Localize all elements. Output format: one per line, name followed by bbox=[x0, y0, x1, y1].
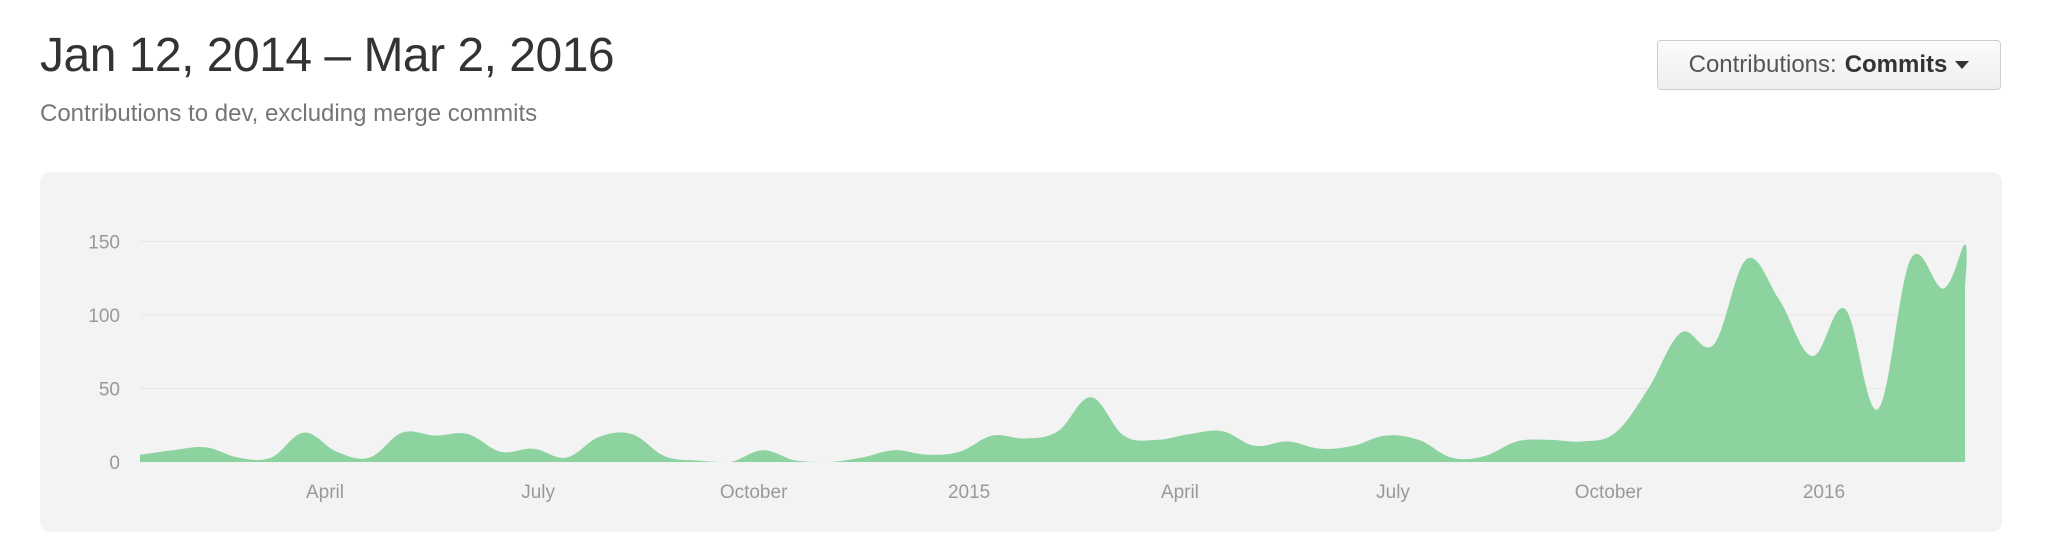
x-tick-label: October bbox=[720, 482, 788, 503]
chart-subtitle: Contributions to dev, excluding merge co… bbox=[40, 100, 538, 127]
chart-panel: 0 50 100 150 April July October 2015 April July O… bbox=[40, 172, 2002, 532]
y-tick-label: 50 bbox=[99, 379, 120, 400]
x-tick-label: 2016 bbox=[1803, 482, 1845, 503]
y-tick-label: 150 bbox=[88, 232, 120, 253]
contributions-dropdown[interactable]: Contributions: Commits bbox=[1657, 40, 2001, 90]
x-tick-label: April bbox=[1161, 482, 1199, 503]
caret-down-icon bbox=[1955, 61, 1970, 69]
x-tick-label: April bbox=[306, 482, 344, 503]
x-tick-label: 2015 bbox=[948, 482, 990, 503]
date-range-title: Jan 12, 2014 – Mar 2, 2016 bbox=[40, 29, 615, 82]
contributions-chart: 0 50 100 150 April July October 2015 April July O… bbox=[88, 232, 1967, 503]
x-tick-label: July bbox=[521, 482, 555, 503]
x-axis-ticks: April July October 2015 April July October 2016 bbox=[306, 482, 1845, 503]
x-tick-label: July bbox=[1376, 482, 1410, 503]
dropdown-label: Contributions: bbox=[1688, 51, 1837, 78]
y-tick-label: 100 bbox=[88, 306, 120, 327]
y-axis-ticks: 0 50 100 150 bbox=[88, 232, 120, 474]
dropdown-value: Commits bbox=[1844, 51, 1948, 78]
y-tick-label: 0 bbox=[109, 453, 120, 474]
contributions-area bbox=[140, 244, 1967, 462]
x-tick-label: October bbox=[1575, 482, 1643, 503]
